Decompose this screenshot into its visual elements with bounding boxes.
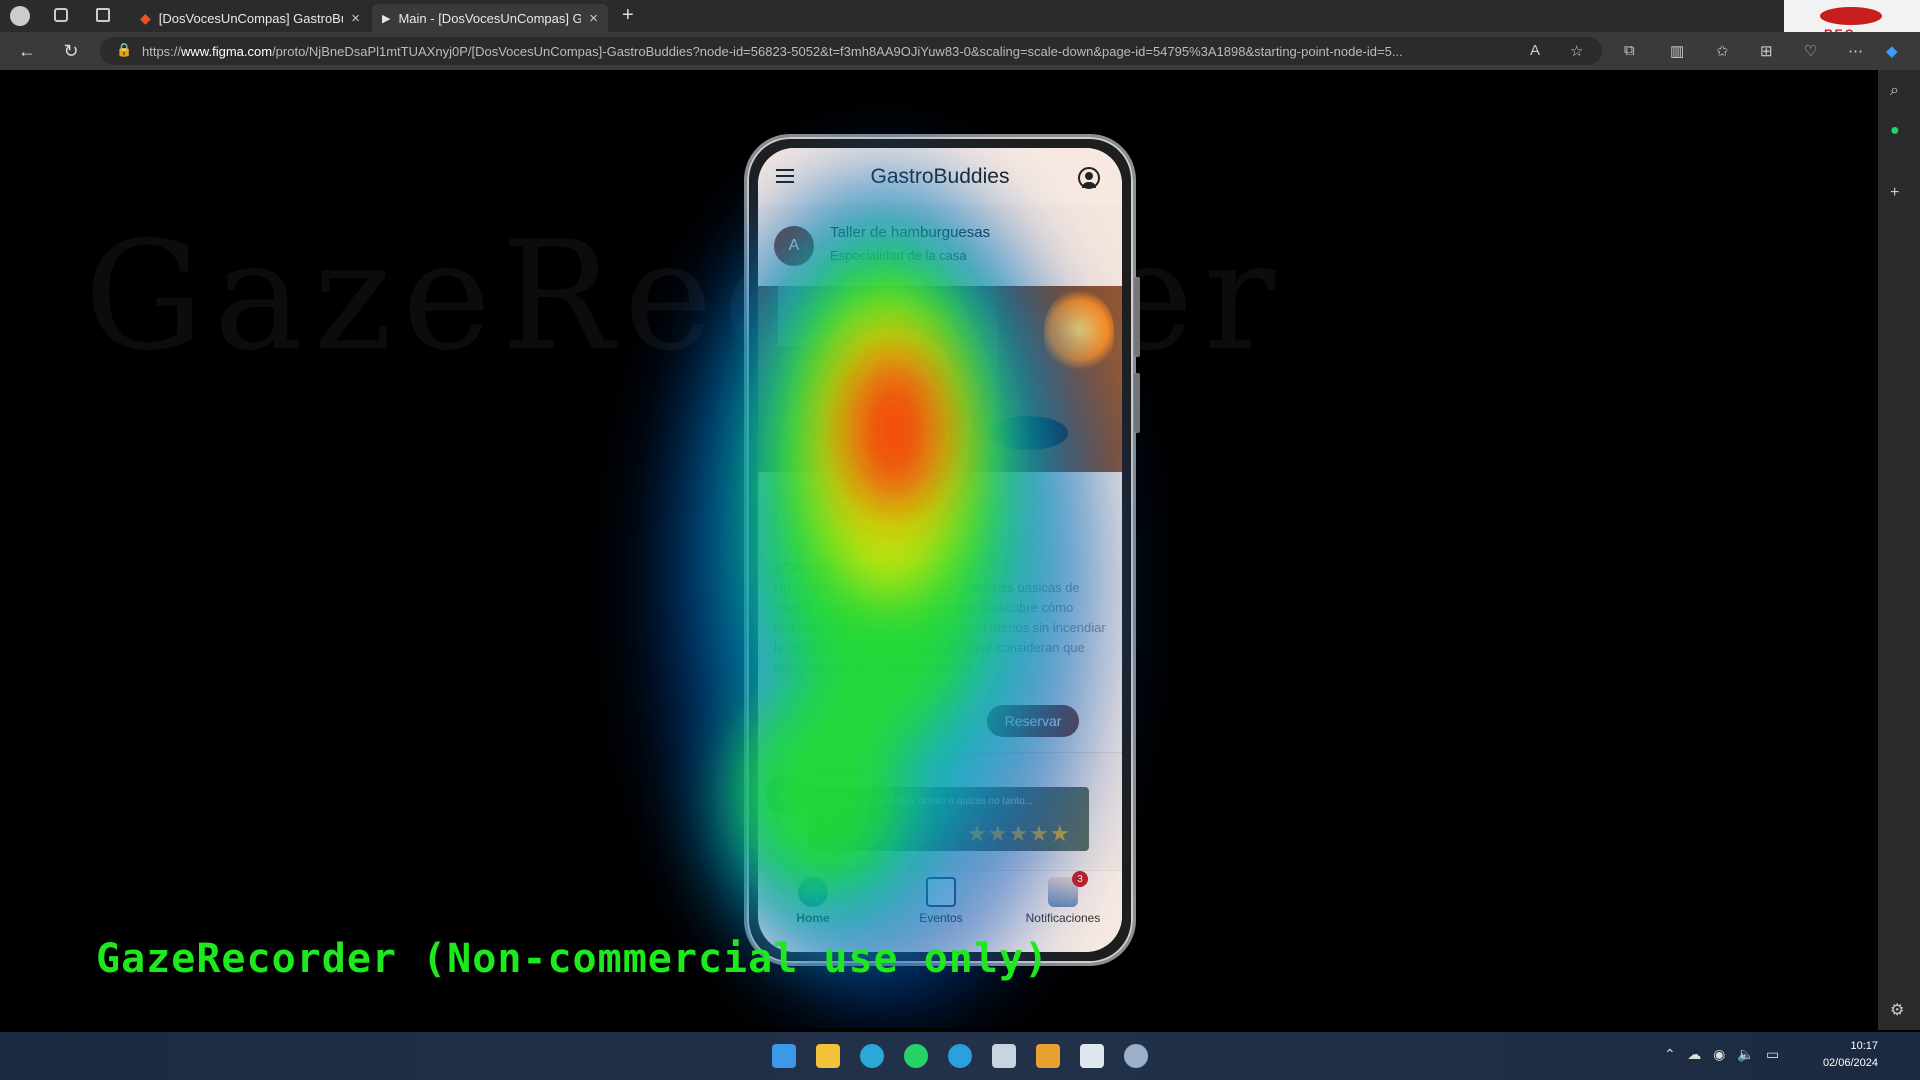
record-icon [1820, 7, 1882, 25]
nav-label: Home [796, 911, 830, 925]
read-aloud-icon[interactable]: A [1530, 42, 1540, 59]
browser-sidebar: ⌕ ● + ⚙ [1878, 70, 1920, 1030]
gazerecorder-label: GazeRecorder (Non-commercial use only) [96, 936, 1050, 982]
reviewer-name: Antonio [814, 763, 865, 780]
url-prefix: https:// [142, 43, 182, 59]
calendar-icon [926, 877, 956, 907]
notification-badge: 3 [1072, 871, 1088, 887]
telegram-icon[interactable] [948, 1044, 972, 1068]
card-subtitle: Especialidad de la casa [830, 248, 967, 263]
phone-screen: GastroBuddies A Taller de hamburguesas E… [758, 148, 1122, 952]
review-comment-box: Un comentario muy bonito o quizas no tan… [809, 787, 1089, 851]
workspaces-icon[interactable] [54, 8, 68, 22]
tab-title: Main - [DosVocesUnCompas] GastroBuddies [398, 10, 582, 26]
system-tray[interactable]: ⌃ ☁ ◉ 🔈 ▭ [1664, 1046, 1779, 1063]
event-question: ¿Cansado de quemar agua? [774, 560, 949, 575]
reviewer-avatar: A [766, 775, 806, 815]
app-header: GastroBuddies [758, 148, 1122, 206]
address-bar[interactable]: 🔒 https://www.figma.com/proto/NjBneDsaPl… [100, 37, 1602, 65]
url-path: /proto/NjBneDsaPl1mtTUAXnyj0P/[DosVocesU… [272, 43, 1403, 59]
event-description: Únete a nosotros para aprender nociones … [774, 580, 1106, 675]
phone-frame: GastroBuddies A Taller de hamburguesas E… [744, 134, 1140, 966]
nav-label: Notificaciones [1025, 911, 1101, 925]
lock-icon: 🔒 [116, 42, 133, 57]
rating-stars: ★★★★★ [967, 821, 1071, 846]
nav-notifications[interactable]: 3 Notificaciones [1008, 871, 1118, 925]
file-explorer-icon[interactable] [816, 1044, 840, 1068]
app-icon[interactable] [1036, 1044, 1060, 1068]
settings-icon[interactable]: ⚙ [1890, 1000, 1904, 1020]
notepad-icon[interactable] [1080, 1044, 1104, 1068]
package-icon[interactable] [992, 1044, 1016, 1068]
home-icon [798, 877, 828, 907]
phone-button [1134, 277, 1140, 357]
app-title: GastroBuddies [870, 165, 1010, 188]
card-header: A Taller de hamburguesas Especialidad de… [758, 206, 1122, 286]
extensions-icon[interactable]: ⧉ [1624, 42, 1635, 59]
refresh-icon[interactable]: ↻ [60, 41, 82, 62]
split-screen-icon[interactable]: ▥ [1670, 42, 1684, 60]
favorites-icon[interactable]: ✩ [1716, 42, 1729, 60]
whatsapp-icon[interactable]: ● [1890, 122, 1900, 140]
tab-title: [DosVocesUnCompas] GastroBuddies [158, 10, 343, 26]
event-title: Cocina para disfuncionales [774, 488, 967, 505]
tab-actions-icon[interactable] [96, 8, 110, 22]
start-icon[interactable] [772, 1044, 796, 1068]
event-subtitle: Libertad para la creatividad [774, 510, 931, 525]
notifications-icon: 3 [1048, 871, 1088, 907]
browser-toolbar: ← ↻ 🔒 https://www.figma.com/proto/NjBneD… [0, 32, 1920, 70]
gaze-app-icon[interactable] [1124, 1044, 1148, 1068]
figma-icon: ◆ [140, 9, 151, 26]
profile-icon[interactable] [10, 6, 30, 26]
prototype-viewport: GazeRecorder GastroBuddies A Taller de h… [4, 70, 1878, 1028]
performance-icon[interactable]: ♡ [1804, 42, 1817, 60]
url-domain: www.figma.com [181, 43, 273, 59]
review-text: Un comentario muy bonito o quizas no tan… [829, 796, 1034, 807]
close-icon[interactable]: × [589, 10, 598, 27]
review-item: A Antonio Un comentario muy bonito o qui… [758, 752, 1122, 878]
new-tab-icon[interactable]: + [622, 4, 634, 27]
nav-events[interactable]: Eventos [886, 877, 996, 925]
more-icon[interactable]: ⋯ [1848, 42, 1863, 60]
close-icon[interactable]: × [351, 10, 360, 27]
windows-taskbar: ⌃ ☁ ◉ 🔈 ▭ 10:17 02/06/2024 [0, 1032, 1920, 1080]
event-image [758, 286, 1122, 472]
back-icon[interactable]: ← [16, 41, 38, 62]
browser-tab-bar: ◆ [DosVocesUnCompas] GastroBuddies × ▶ M… [0, 0, 1920, 32]
tab-main[interactable]: ▶ Main - [DosVocesUnCompas] GastroBuddie… [372, 4, 608, 32]
add-icon[interactable]: + [1890, 184, 1899, 202]
account-icon[interactable] [1078, 167, 1100, 189]
search-icon[interactable]: ⌕ [1890, 82, 1899, 100]
phone-button [1134, 373, 1140, 433]
copilot-icon[interactable]: ◆ [1886, 42, 1898, 60]
clock-date: 02/06/2024 [1822, 1057, 1878, 1069]
nav-home[interactable]: Home [758, 877, 868, 925]
reserve-button[interactable]: Reservar [987, 705, 1079, 737]
clock[interactable]: 10:17 02/06/2024 [1808, 1038, 1878, 1072]
collections-icon[interactable]: ⊞ [1760, 42, 1773, 60]
favorite-star-icon[interactable]: ☆ [1570, 42, 1583, 60]
avatar: A [774, 226, 814, 266]
tab-gastrobuddies[interactable]: ◆ [DosVocesUnCompas] GastroBuddies × [130, 4, 370, 32]
card-title: Taller de hamburguesas [830, 224, 991, 241]
whatsapp-icon[interactable] [904, 1044, 928, 1068]
edge-icon[interactable] [860, 1044, 884, 1068]
play-icon: ▶ [382, 12, 391, 25]
clock-time: 10:17 [1850, 1040, 1878, 1052]
nav-label: Eventos [919, 911, 963, 925]
